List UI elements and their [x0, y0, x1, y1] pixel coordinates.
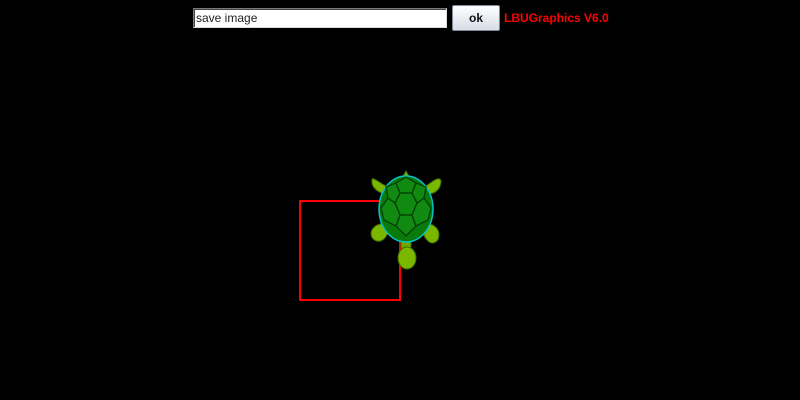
drawing-canvas: [299, 169, 442, 301]
lbugraphics-window: ok LBUGraphics V6.0: [0, 0, 800, 400]
command-toolbar: ok LBUGraphics V6.0: [0, 0, 800, 36]
version-label: LBUGraphics V6.0: [504, 11, 609, 25]
ok-button[interactable]: ok: [452, 5, 500, 31]
command-input[interactable]: [193, 8, 447, 28]
turtle-icon: [370, 169, 442, 270]
